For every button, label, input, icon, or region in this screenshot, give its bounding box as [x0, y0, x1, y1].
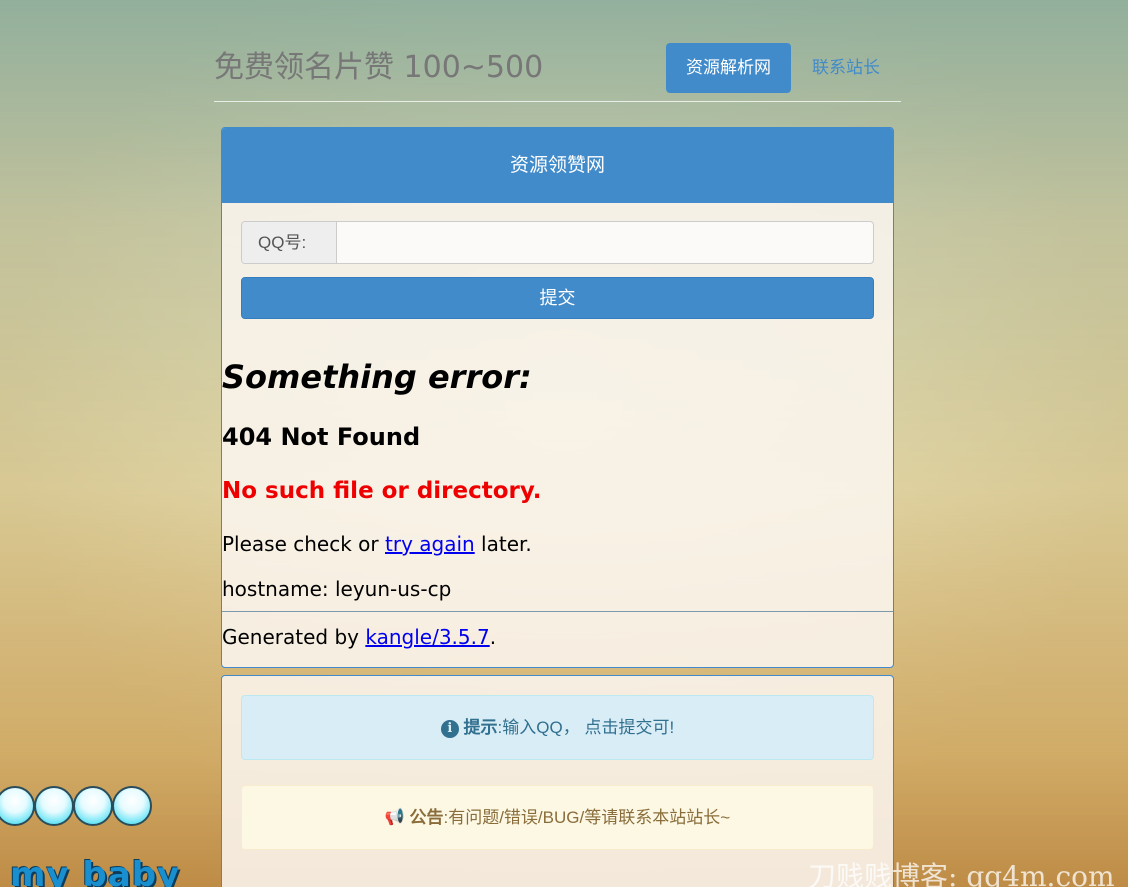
- site-title: 免费领名片赞 100~500: [214, 50, 544, 85]
- bubble: [112, 786, 152, 826]
- tip-label: 提示: [463, 718, 498, 737]
- watermark: 刀贱贱博客: qq4m.com: [808, 860, 1115, 887]
- tip-alert: i 提示:输入QQ， 点击提交可!: [241, 695, 874, 760]
- main-panel: 资源领赞网 QQ号: 提交 Something error: 404 Not F…: [221, 127, 894, 668]
- generated-prefix: Generated by: [222, 625, 366, 649]
- hostname-line: hostname: leyun-us-cp: [222, 577, 452, 601]
- divider: [222, 611, 893, 612]
- tip-text: :输入QQ， 点击提交可!: [497, 718, 675, 737]
- error-check-line: Please check or try again later.: [222, 532, 532, 556]
- nav-resource-link[interactable]: 资源解析网: [666, 43, 791, 93]
- check-prefix: Please check or: [222, 532, 385, 556]
- generated-line: Generated by kangle/3.5.7.: [222, 625, 496, 649]
- error-title: Something error:: [222, 358, 532, 396]
- generated-suffix: .: [489, 625, 497, 649]
- baby-decoration-text: my baby: [10, 855, 181, 887]
- try-again-link[interactable]: try again: [385, 532, 475, 556]
- error-message: No such file or directory.: [222, 478, 542, 504]
- nav-contact-link[interactable]: 联系站长: [812, 43, 880, 93]
- bubble: [34, 786, 74, 826]
- notice-text: :有问题/错误/BUG/等请联系本站站长~: [443, 808, 731, 827]
- bullhorn-icon: 📢: [384, 809, 405, 826]
- qq-input-group: QQ号:: [241, 221, 874, 264]
- site-header: 免费领名片赞 100~500 资源解析网 联系站长: [214, 36, 901, 102]
- info-circle-icon: i: [440, 720, 459, 738]
- submit-button[interactable]: 提交: [241, 277, 874, 319]
- panel-heading: 资源领赞网: [222, 128, 893, 203]
- check-suffix: later.: [474, 532, 532, 556]
- bubble: [0, 786, 35, 826]
- qq-label: QQ号:: [242, 222, 337, 263]
- notice-label: 公告: [409, 808, 444, 827]
- bubble: [73, 786, 113, 826]
- kangle-link[interactable]: kangle/3.5.7: [365, 625, 489, 649]
- error-code: 404 Not Found: [222, 423, 421, 451]
- qq-input[interactable]: [338, 222, 873, 263]
- info-panel: i 提示:输入QQ， 点击提交可! 📢 公告:有问题/错误/BUG/等请联系本站…: [221, 675, 894, 887]
- notice-alert: 📢 公告:有问题/错误/BUG/等请联系本站站长~: [241, 785, 874, 850]
